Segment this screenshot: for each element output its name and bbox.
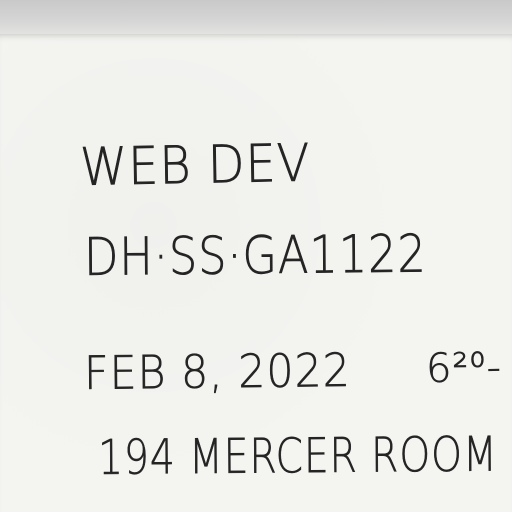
background-surface — [0, 0, 512, 36]
time-text: 6²⁰- — [425, 344, 503, 392]
course-title: WEB DEV — [79, 133, 311, 198]
photo-scene: WEB DEV DH·SS·GA1122 FEB 8, 2022 6²⁰- 19… — [0, 0, 512, 512]
location-text: 194 MERCER ROOM 303 — [97, 426, 512, 487]
date-text: FEB 8, 2022 — [83, 342, 352, 400]
course-code: DH·SS·GA1122 — [83, 224, 427, 288]
